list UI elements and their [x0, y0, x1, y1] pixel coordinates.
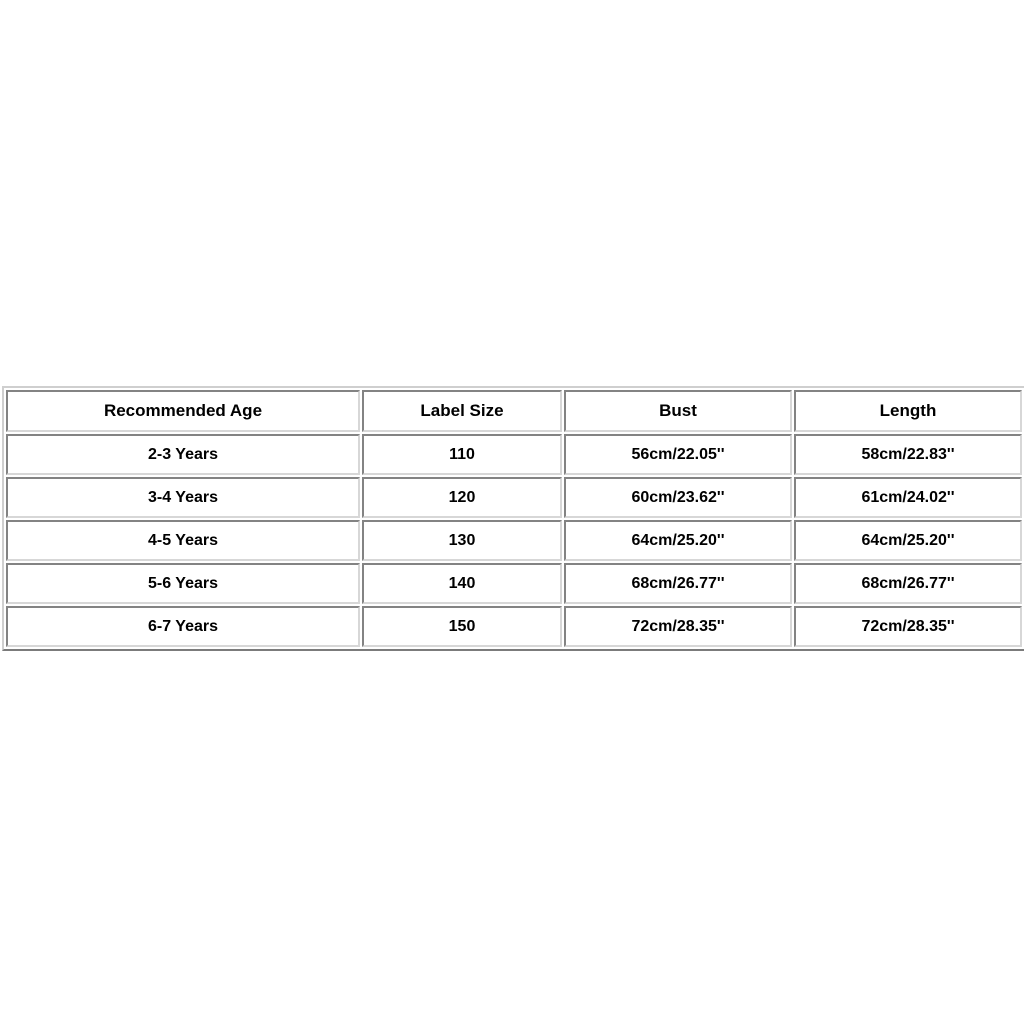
- table-row: 5-6 Years 140 68cm/26.77'' 68cm/26.77'': [6, 563, 1022, 604]
- cell-recommended-age: 6-7 Years: [6, 606, 360, 647]
- table-header-row: Recommended Age Label Size Bust Length: [6, 390, 1022, 432]
- table-row: 6-7 Years 150 72cm/28.35'' 72cm/28.35'': [6, 606, 1022, 647]
- column-header-recommended-age: Recommended Age: [6, 390, 360, 432]
- table-row: 3-4 Years 120 60cm/23.62'' 61cm/24.02'': [6, 477, 1022, 518]
- column-header-label-size: Label Size: [362, 390, 562, 432]
- size-chart-table: Recommended Age Label Size Bust Length 2…: [2, 386, 1024, 651]
- cell-recommended-age: 2-3 Years: [6, 434, 360, 475]
- cell-label-size: 150: [362, 606, 562, 647]
- cell-length: 58cm/22.83'': [794, 434, 1022, 475]
- cell-label-size: 120: [362, 477, 562, 518]
- cell-recommended-age: 5-6 Years: [6, 563, 360, 604]
- cell-length: 72cm/28.35'': [794, 606, 1022, 647]
- table-row: 2-3 Years 110 56cm/22.05'' 58cm/22.83'': [6, 434, 1022, 475]
- cell-recommended-age: 4-5 Years: [6, 520, 360, 561]
- column-header-bust: Bust: [564, 390, 792, 432]
- cell-label-size: 110: [362, 434, 562, 475]
- cell-bust: 64cm/25.20'': [564, 520, 792, 561]
- cell-label-size: 140: [362, 563, 562, 604]
- cell-bust: 60cm/23.62'': [564, 477, 792, 518]
- cell-recommended-age: 3-4 Years: [6, 477, 360, 518]
- cell-length: 68cm/26.77'': [794, 563, 1022, 604]
- cell-bust: 56cm/22.05'': [564, 434, 792, 475]
- cell-bust: 72cm/28.35'': [564, 606, 792, 647]
- cell-length: 64cm/25.20'': [794, 520, 1022, 561]
- table-row: 4-5 Years 130 64cm/25.20'' 64cm/25.20'': [6, 520, 1022, 561]
- cell-length: 61cm/24.02'': [794, 477, 1022, 518]
- cell-label-size: 130: [362, 520, 562, 561]
- cell-bust: 68cm/26.77'': [564, 563, 792, 604]
- page-root: Recommended Age Label Size Bust Length 2…: [0, 0, 1024, 1024]
- column-header-length: Length: [794, 390, 1022, 432]
- size-chart-container: Recommended Age Label Size Bust Length 2…: [2, 386, 1024, 651]
